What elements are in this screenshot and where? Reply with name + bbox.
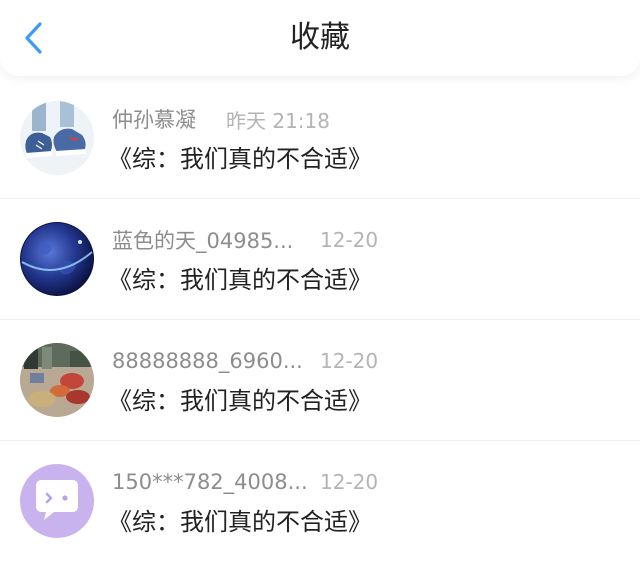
- list-item[interactable]: 150***782_4008... 12-20 《综：我们真的不合适》: [0, 441, 640, 561]
- earth-avatar-icon: [20, 222, 94, 296]
- username[interactable]: 仲孙慕凝: [112, 104, 196, 134]
- item-meta: 88888888_6960... 12-20: [112, 346, 378, 376]
- username[interactable]: 蓝色的天_04985...: [112, 225, 308, 255]
- favorite-title[interactable]: 《综：我们真的不合适》: [108, 505, 372, 539]
- market-avatar-icon: [20, 343, 94, 417]
- avatar[interactable]: [20, 464, 94, 538]
- favorite-title[interactable]: 《综：我们真的不合适》: [108, 384, 372, 418]
- timestamp: 12-20: [320, 470, 379, 494]
- list-item[interactable]: 仲孙慕凝 昨天 21:18 《综：我们真的不合适》: [0, 78, 640, 199]
- avatar[interactable]: [20, 101, 94, 175]
- favorite-title[interactable]: 《综：我们真的不合适》: [108, 142, 372, 176]
- chat-bubble-avatar-icon: [20, 464, 94, 538]
- favorite-title[interactable]: 《综：我们真的不合适》: [108, 263, 372, 297]
- sneakers-avatar-icon: [20, 101, 94, 175]
- top-nav-bar: 收藏: [0, 0, 640, 76]
- timestamp: 12-20: [320, 228, 379, 252]
- username[interactable]: 88888888_6960...: [112, 349, 308, 373]
- timestamp: 12-20: [320, 349, 379, 373]
- item-meta: 150***782_4008... 12-20: [112, 467, 378, 497]
- item-meta: 仲孙慕凝 昨天 21:18: [112, 104, 330, 134]
- page-title: 收藏: [290, 20, 350, 55]
- timestamp: 昨天 21:18: [226, 108, 330, 133]
- username[interactable]: 150***782_4008...: [112, 470, 308, 494]
- avatar[interactable]: [20, 222, 94, 296]
- list-item[interactable]: 88888888_6960... 12-20 《综：我们真的不合适》: [0, 320, 640, 441]
- avatar[interactable]: [20, 343, 94, 417]
- favorites-list: 仲孙慕凝 昨天 21:18 《综：我们真的不合适》 蓝色的天_04985... …: [0, 78, 640, 561]
- item-meta: 蓝色的天_04985... 12-20: [112, 225, 378, 255]
- list-item[interactable]: 蓝色的天_04985... 12-20 《综：我们真的不合适》: [0, 199, 640, 320]
